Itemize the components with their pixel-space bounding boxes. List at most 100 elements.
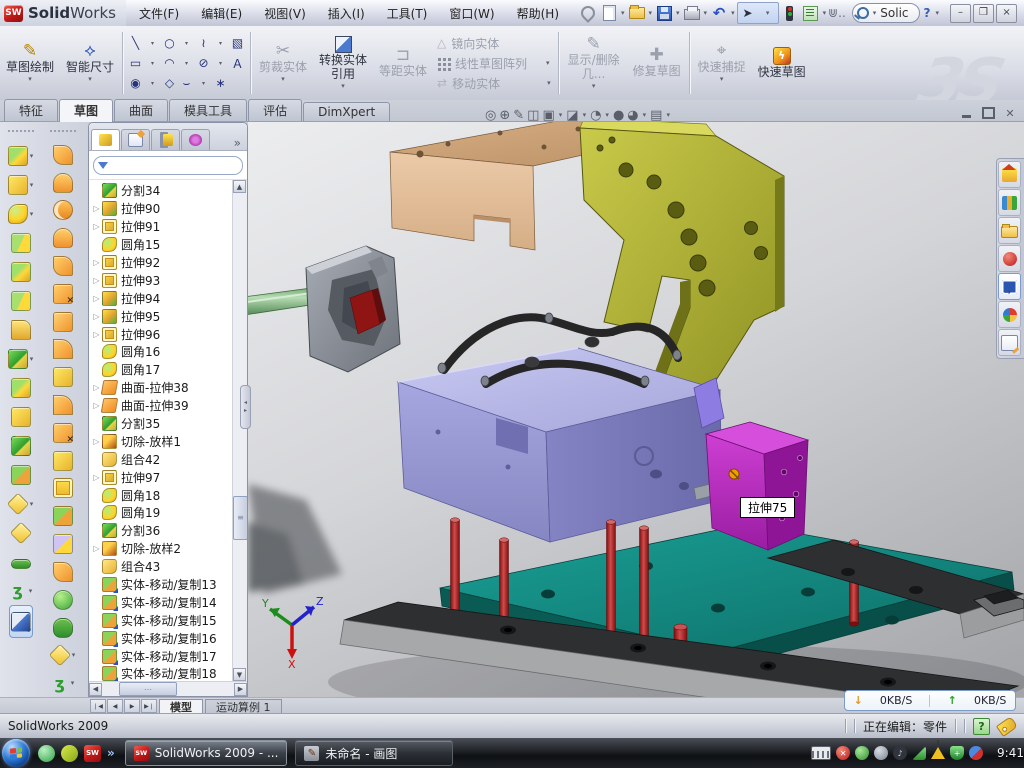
scene-icon[interactable]: ◕ — [627, 108, 638, 123]
input-method-icon[interactable] — [811, 746, 831, 760]
solidworks-icon[interactable]: SW — [84, 745, 101, 762]
help-button[interactable]: ? — [922, 6, 933, 20]
tree-item-圆角19[interactable]: 圆角19 — [89, 504, 247, 522]
tab-草图[interactable]: 草图 — [59, 99, 113, 122]
move-entities-button[interactable]: ⇄ 移动实体 ▾ — [437, 75, 552, 92]
display-style-icon[interactable]: ◪ — [566, 108, 578, 123]
expand-arrow[interactable]: ▷ — [91, 544, 102, 553]
sketch-entity-caret-12[interactable]: ▾ — [212, 53, 229, 73]
boss-feature-icon[interactable] — [11, 402, 31, 431]
appearance-icon[interactable]: ● — [613, 108, 624, 123]
menu-item-4[interactable]: 工具(T) — [376, 0, 439, 26]
messenger-icon[interactable] — [38, 745, 55, 762]
expand-arrow[interactable]: ▷ — [91, 294, 102, 303]
tree-filter-input[interactable] — [93, 156, 243, 175]
doc-minimize-button[interactable] — [958, 106, 974, 120]
sketch-entity-icon-11[interactable]: ⊘ — [195, 53, 212, 73]
sheet-nav-3[interactable]: ▶❘ — [141, 699, 157, 713]
help-caret[interactable]: ▾ — [936, 9, 940, 17]
new-document-icon[interactable] — [599, 3, 619, 23]
panel-tab-property-manager[interactable] — [121, 129, 150, 150]
section-view-icon[interactable]: ◫ — [527, 108, 539, 123]
taskpane-appearances-icon[interactable] — [998, 301, 1021, 328]
panel-splitter-handle[interactable]: ◂▸ — [240, 385, 251, 429]
tree-item-拉伸91[interactable]: ▷拉伸91 — [89, 218, 247, 236]
model-support-bracket[interactable] — [580, 122, 784, 396]
sheet-nav-0[interactable]: ❘◀ — [90, 699, 106, 713]
extruded-boss-icon[interactable]: ▾ — [8, 141, 35, 170]
scroll-up-button[interactable]: ▲ — [233, 180, 246, 193]
move-copy-body-icon[interactable] — [11, 460, 31, 489]
panel-tab-configuration-manager[interactable] — [151, 129, 180, 150]
sketch-button[interactable]: ✎ 草图绘制 ▾ — [0, 26, 60, 100]
start-button[interactable] — [2, 739, 30, 767]
revolved-surface-icon[interactable] — [53, 169, 73, 197]
combine-icon[interactable] — [11, 518, 31, 547]
hide-show-items-icon-caret[interactable]: ▾ — [605, 111, 609, 119]
open-folder-icon[interactable] — [627, 3, 647, 23]
revolved-boss-icon-caret[interactable]: ▾ — [30, 181, 34, 189]
tree-item-拉伸96[interactable]: ▷拉伸96 — [89, 325, 247, 343]
scroll-thumb[interactable]: ≡ — [233, 496, 247, 540]
expand-arrow[interactable]: ▷ — [91, 276, 102, 285]
sketch-entity-caret-10[interactable]: ▾ — [178, 53, 195, 73]
instant3d-ruler-icon[interactable] — [9, 605, 33, 638]
view-orientation-icon-caret[interactable]: ▾ — [559, 111, 563, 119]
security-plus-icon[interactable]: + — [950, 746, 964, 760]
select-cursor-icon[interactable]: ➤ — [738, 3, 758, 23]
shut-off-surface-icon[interactable] — [53, 530, 73, 558]
mirror-entities-button[interactable]: △ 镜向实体 — [437, 35, 552, 52]
tree-item-切除-放样2[interactable]: ▷切除-放样2 — [89, 540, 247, 558]
scroll-right-button[interactable]: ▶ — [234, 683, 247, 696]
display-delete-relations-button[interactable]: ✎ 显示/删除几... ▾ — [561, 26, 627, 100]
delete-star-icon[interactable]: ▾ — [50, 641, 77, 669]
warning-triangle-icon[interactable]: ! — [931, 747, 945, 759]
swept-surface-icon[interactable] — [53, 196, 73, 224]
restore-button[interactable]: ❒ — [973, 4, 994, 23]
doc-tab-运动算例 1[interactable]: 运动算例 1 — [205, 699, 282, 714]
taskbar-task-未命名 - 画图[interactable]: ✎未命名 - 画图 — [295, 740, 453, 766]
model-blurred-foreground-part[interactable] — [248, 484, 342, 594]
sketch-entity-icon-6[interactable]: ▧ — [229, 33, 246, 53]
zoom-area-icon[interactable]: ⊕ — [499, 108, 510, 123]
doc-tab-模型[interactable]: 模型 — [159, 699, 203, 714]
sketch-entity-caret-18[interactable]: ▾ — [195, 73, 212, 93]
sketch-entity-icon-17[interactable]: ⌣ — [178, 73, 195, 93]
taskbar-task-SolidWorks 2009 - ...[interactable]: SWSolidWorks 2009 - ... — [125, 740, 288, 766]
helix-curve-icon[interactable]: ʒ▾ — [9, 576, 34, 605]
curve-through-points-icon[interactable] — [11, 547, 31, 576]
menu-item-1[interactable]: 编辑(E) — [190, 0, 253, 26]
ruled-surface-icon[interactable] — [53, 391, 73, 419]
linear-sketch-pattern-button[interactable]: 线性草图阵列 ▾ — [437, 55, 552, 72]
graphics-viewport[interactable]: Y Z X — [248, 122, 1024, 697]
tree-item-组合42[interactable]: 组合42 — [89, 450, 247, 468]
draft-analysis-icon[interactable] — [53, 502, 73, 530]
tree-item-实体-移动/复制13[interactable]: 实体-移动/复制13 — [89, 576, 247, 594]
delete-body-icon[interactable]: ▾ — [8, 489, 35, 518]
select-caret[interactable]: ▾ — [758, 3, 778, 23]
quick-tips-help-icon[interactable]: ? — [973, 718, 990, 735]
search-box[interactable]: ▾ Solic — [852, 3, 920, 23]
revolved-boss-icon[interactable]: ▾ — [8, 170, 35, 199]
expand-arrow[interactable]: ▷ — [91, 437, 102, 446]
sketch-entity-icon-0[interactable]: ╲ — [127, 33, 144, 53]
delete-body-icon-caret[interactable]: ▾ — [30, 500, 34, 508]
trim-entities-button[interactable]: ✂ 剪裁实体 ▾ — [253, 26, 313, 100]
thicken-surface-icon[interactable] — [53, 363, 73, 391]
tree-item-切除-放样1[interactable]: ▷切除-放样1 — [89, 432, 247, 450]
menu-item-2[interactable]: 视图(V) — [253, 0, 317, 26]
options-caret[interactable]: ▾ — [823, 9, 827, 17]
minimize-button[interactable]: – — [950, 4, 971, 23]
tree-item-圆角16[interactable]: 圆角16 — [89, 343, 247, 361]
offset-entities-button[interactable]: ⊐ 等距实体 — [373, 26, 433, 100]
expand-arrow[interactable]: ▷ — [91, 204, 102, 213]
sketch-entity-caret-5[interactable]: ▾ — [212, 33, 229, 53]
tree-item-实体-移动/复制15[interactable]: 实体-移动/复制15 — [89, 611, 247, 629]
tree-item-拉伸97[interactable]: ▷拉伸97 — [89, 468, 247, 486]
sketch-entity-icon-13[interactable]: Ａ — [229, 53, 246, 73]
repair-sketch-button[interactable]: ✚ 修复草图 — [627, 26, 687, 100]
tooling-split-icon[interactable] — [53, 586, 73, 614]
smart-dimension-button[interactable]: ⟡ 智能尺寸 ▾ — [60, 26, 120, 100]
tree-item-圆角15[interactable]: 圆角15 — [89, 236, 247, 254]
spiral-curve-icon[interactable]: ʒ▾ — [51, 669, 76, 697]
